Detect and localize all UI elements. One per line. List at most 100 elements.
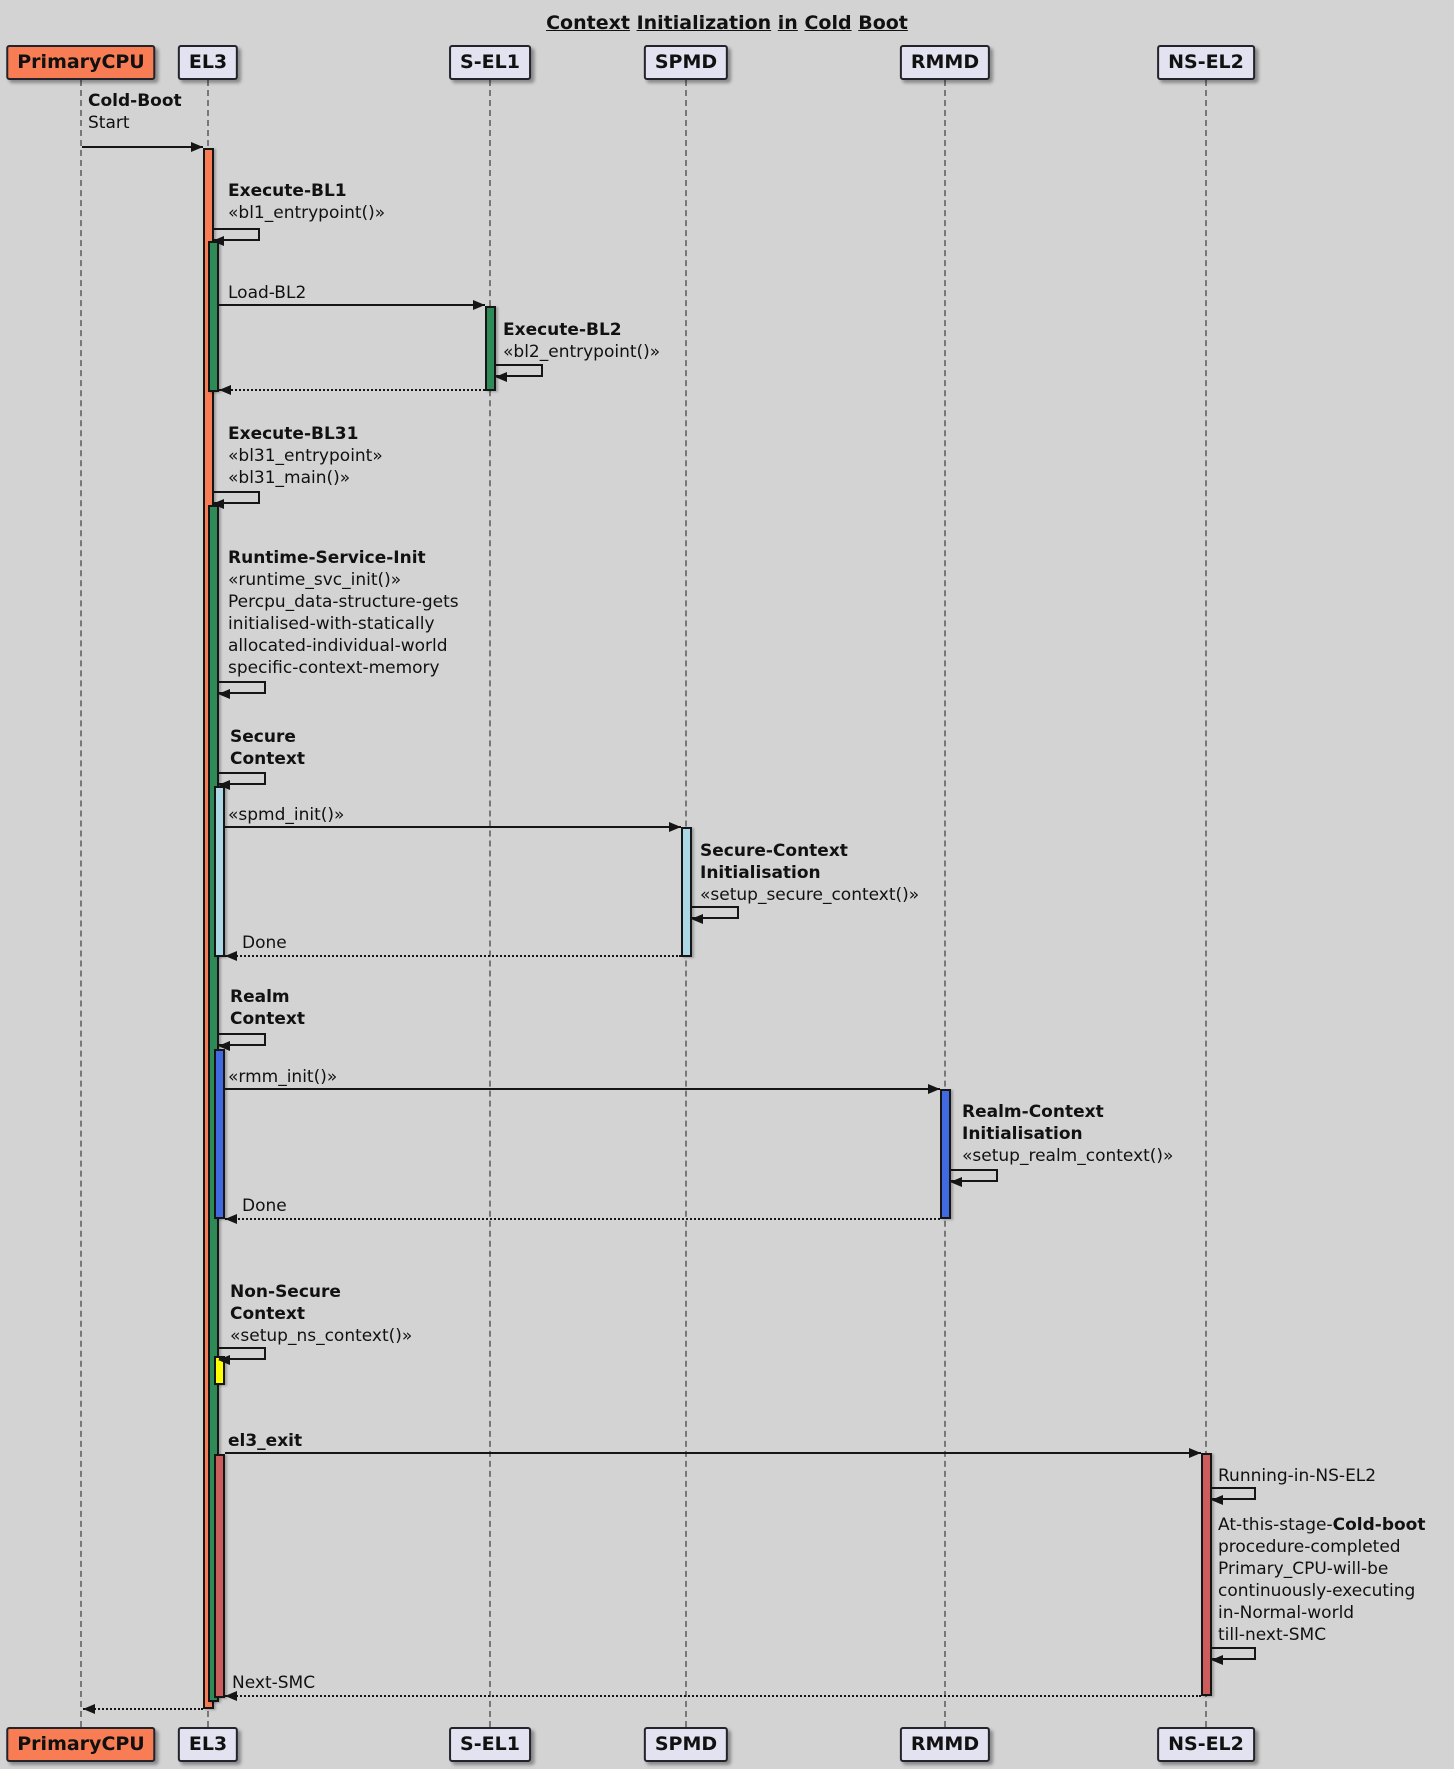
self-message-execute-bl31 (213, 491, 260, 504)
arrowhead-load-bl2 (473, 300, 485, 310)
cold-boot-complete-line1-prefix: At-this-stage- (1218, 1515, 1333, 1535)
runtime-service-init-line2: initialised-with-statically (228, 613, 459, 635)
self-message-execute-bl2 (496, 364, 543, 377)
lifeline-rmmd (944, 80, 946, 1727)
arrowhead-secure-context (218, 780, 230, 790)
self-message-secure-context-init (692, 906, 739, 919)
arrowhead-return-bl2 (219, 385, 231, 395)
arrowhead-execute-bl31 (212, 499, 224, 509)
message-label-running-in-ns-el2: Running-in-NS-EL2 (1218, 1465, 1376, 1487)
self-message-non-secure-context (219, 1347, 266, 1360)
cold-boot-subtitle: Start (88, 112, 182, 134)
self-message-secure-context (219, 772, 266, 785)
runtime-service-init-line1: Percpu_data-structure-gets (228, 591, 459, 613)
participant-ns-el2-top: NS-EL2 (1157, 45, 1255, 80)
arrowhead-execute-bl2 (495, 372, 507, 382)
secure-context-init-stereotype: «setup_secure_context()» (700, 884, 919, 906)
self-message-execute-bl1 (213, 228, 260, 241)
execute-bl1-title: Execute-BL1 (228, 180, 385, 202)
arrowhead-rmmd-done (225, 1214, 237, 1224)
title-word: Cold (804, 12, 851, 34)
arrowhead-final-return (83, 1704, 95, 1714)
participant-ns-el2-bottom: NS-EL2 (1157, 1727, 1255, 1762)
non-secure-context-title2: Context (230, 1303, 412, 1325)
runtime-service-init-line3: allocated-individual-world (228, 635, 459, 657)
non-secure-context-stereotype: «setup_ns_context()» (230, 1325, 412, 1347)
arrowhead-cold-boot-complete (1211, 1655, 1223, 1665)
participant-el3-top: EL3 (178, 45, 238, 80)
self-message-realm-context (219, 1033, 266, 1046)
title-word: Boot (858, 12, 908, 34)
participant-rmmd-top: RMMD (900, 45, 990, 80)
cold-boot-complete-line6: till-next-SMC (1218, 1624, 1425, 1646)
arrowhead-execute-bl1 (212, 236, 224, 246)
message-label-secure-context: Secure Context (230, 726, 305, 770)
arrowhead-runtime-service-init (218, 689, 230, 699)
message-label-rmm-init: «rmm_init()» (228, 1066, 337, 1088)
arrow-spmd-done (225, 955, 681, 957)
self-message-realm-context-init (951, 1169, 998, 1182)
message-label-next-smc: Next-SMC (232, 1672, 315, 1694)
participant-primarycpu-bottom: PrimaryCPU (6, 1727, 155, 1762)
cold-boot-complete-line1-bold: Cold-boot (1333, 1515, 1426, 1535)
arrowhead-cold-boot (191, 142, 203, 152)
title-word: in (778, 12, 798, 34)
cold-boot-complete-line3: Primary_CPU-will-be (1218, 1558, 1425, 1580)
message-label-realm-context: Realm Context (230, 986, 305, 1030)
message-label-cold-boot: Cold-Boot Start (88, 90, 182, 134)
message-label-execute-bl2: Execute-BL2 «bl2_entrypoint()» (503, 319, 660, 363)
message-label-non-secure-context: Non-Secure Context «setup_ns_context()» (230, 1281, 412, 1347)
secure-context-title2: Context (230, 748, 305, 770)
cold-boot-complete-line2: procedure-completed (1218, 1536, 1425, 1558)
sequence-diagram: Context Initialization in Cold Boot Prim… (0, 0, 1454, 1769)
participant-el3-bottom: EL3 (178, 1727, 238, 1762)
title-word: Context (546, 12, 630, 34)
execute-bl2-stereotype: «bl2_entrypoint()» (503, 341, 660, 363)
participant-rmmd-bottom: RMMD (900, 1727, 990, 1762)
activation-el3-secure-context (214, 786, 225, 957)
activation-el3-realm-context (214, 1049, 225, 1219)
execute-bl31-stereotype2: «bl31_main()» (228, 467, 383, 489)
arrowhead-running-in-ns-el2 (1211, 1495, 1223, 1505)
message-label-execute-bl1: Execute-BL1 «bl1_entrypoint()» (228, 180, 385, 224)
execute-bl2-title: Execute-BL2 (503, 319, 660, 341)
runtime-service-init-line4: specific-context-memory (228, 657, 459, 679)
realm-context-title1: Realm (230, 986, 305, 1008)
cold-boot-title: Cold-Boot (88, 90, 182, 112)
participant-spmd-top: SPMD (644, 45, 728, 80)
arrow-final-return (83, 1708, 203, 1710)
arrow-rmm-init (225, 1088, 940, 1090)
realm-context-init-title1: Realm-Context (962, 1101, 1173, 1123)
activation-el3-exit (214, 1454, 225, 1698)
message-label-spmd-done: Done (242, 932, 287, 954)
lifeline-primarycpu (80, 80, 82, 1727)
self-message-runtime-service-init (219, 681, 266, 694)
participant-s-el1-bottom: S-EL1 (449, 1727, 531, 1762)
message-label-execute-bl31: Execute-BL31 «bl31_entrypoint» «bl31_mai… (228, 423, 383, 489)
execute-bl31-stereotype1: «bl31_entrypoint» (228, 445, 383, 467)
self-message-cold-boot-complete (1212, 1647, 1256, 1660)
execute-bl31-title: Execute-BL31 (228, 423, 383, 445)
secure-context-init-title2: Initialisation (700, 862, 919, 884)
message-label-runtime-service-init: Runtime-Service-Init «runtime_svc_init()… (228, 547, 459, 679)
arrowhead-spmd-done (225, 951, 237, 961)
arrowhead-el3-exit (1189, 1448, 1201, 1458)
activation-rmmd (940, 1089, 951, 1219)
arrowhead-realm-context-init (950, 1177, 962, 1187)
message-label-spmd-init: «spmd_init()» (228, 804, 344, 826)
self-message-running-in-ns-el2 (1212, 1487, 1256, 1500)
cold-boot-complete-line5: in-Normal-world (1218, 1602, 1425, 1624)
arrowhead-non-secure-context (218, 1355, 230, 1365)
arrowhead-rmm-init (928, 1084, 940, 1094)
arrow-el3-exit (225, 1452, 1201, 1454)
message-label-el3-exit: el3_exit (228, 1430, 302, 1452)
participant-s-el1-top: S-EL1 (449, 45, 531, 80)
arrow-load-bl2 (219, 304, 485, 306)
activation-spmd (681, 827, 692, 957)
cold-boot-complete-line1: At-this-stage-Cold-boot (1218, 1514, 1425, 1536)
diagram-title: Context Initialization in Cold Boot (0, 12, 1454, 34)
runtime-service-init-stereotype: «runtime_svc_init()» (228, 569, 459, 591)
arrowhead-secure-context-init (691, 914, 703, 924)
title-word: Initialization (637, 12, 772, 34)
arrow-next-smc (225, 1695, 1201, 1697)
